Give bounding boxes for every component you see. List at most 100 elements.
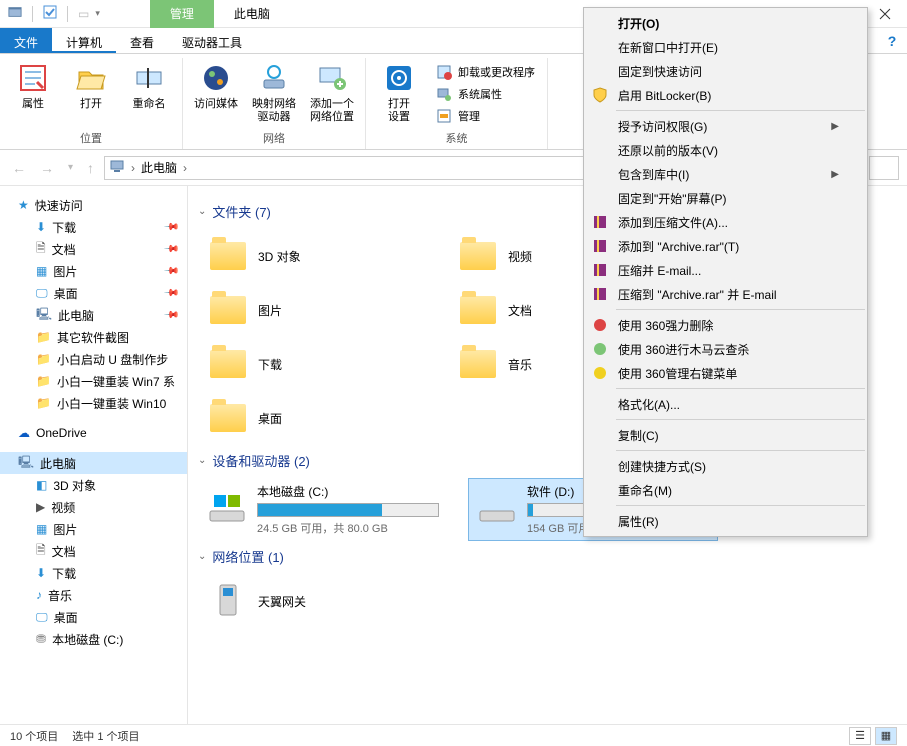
up-button[interactable]: ↑: [83, 158, 98, 178]
back-button[interactable]: ←: [8, 158, 30, 178]
forward-button[interactable]: →: [36, 158, 58, 178]
folder-3d-objects[interactable]: 3D 对象: [198, 229, 448, 283]
folder-icon: 📁: [36, 396, 51, 410]
open-button[interactable]: 打开: [66, 58, 116, 130]
ctx-grant-access[interactable]: 授予访问权限(G)▶: [584, 114, 867, 138]
uninstall-label: 卸载或更改程序: [458, 64, 535, 80]
pc-icon: [109, 158, 125, 177]
tab-file[interactable]: 文件: [0, 28, 52, 53]
nav-desktop[interactable]: 🖵桌面📌: [0, 282, 187, 304]
ctx-shortcut[interactable]: 创建快捷方式(S): [584, 454, 867, 478]
manage-button[interactable]: 管理: [432, 107, 539, 125]
chevron-right-icon: ▶: [831, 169, 839, 180]
nav-documents[interactable]: 🗎文档📌: [0, 238, 187, 260]
close-icon[interactable]: [862, 0, 907, 28]
status-selected: 选中 1 个项目: [72, 728, 139, 744]
nav-this-pc-pinned[interactable]: 🖳此电脑📌: [0, 304, 187, 326]
ctx-add-archive[interactable]: 添加到压缩文件(A)...: [584, 210, 867, 234]
nav-documents2[interactable]: 🗎文档: [0, 540, 187, 562]
tab-manage-context[interactable]: 管理: [150, 0, 214, 28]
qat-checkbox-icon[interactable]: [43, 5, 57, 22]
nav-this-pc[interactable]: 🖳此电脑: [0, 452, 187, 474]
qat-dropdown-icon[interactable]: ▾: [95, 8, 100, 19]
nav-music[interactable]: ♪音乐: [0, 584, 187, 606]
group-header-netloc[interactable]: ⌄网络位置 (1): [198, 547, 897, 566]
video-icon: ▶: [36, 500, 45, 514]
ctx-format[interactable]: 格式化(A)...: [584, 392, 867, 416]
pin-icon: 📌: [162, 263, 179, 280]
ctx-rename[interactable]: 重命名(M): [584, 478, 867, 502]
nav-onedrive[interactable]: ☁OneDrive: [0, 422, 187, 444]
qat-new-folder-icon[interactable]: ▭: [78, 7, 89, 21]
nav-videos[interactable]: ▶视频: [0, 496, 187, 518]
tiles-view-button[interactable]: ▦: [875, 727, 897, 745]
drive-c[interactable]: 本地磁盘 (C:) 24.5 GB 可用，共 80.0 GB: [198, 478, 448, 541]
ctx-360-manage[interactable]: 使用 360管理右键菜单: [584, 361, 867, 385]
nav-downloads2[interactable]: ⬇下载: [0, 562, 187, 584]
nav-pictures2[interactable]: ▦图片: [0, 518, 187, 540]
nav-desktop2[interactable]: 🖵桌面: [0, 606, 187, 628]
ctx-add-to-rar[interactable]: 添加到 "Archive.rar"(T): [584, 234, 867, 258]
ctx-pin-start[interactable]: 固定到"开始"屏幕(P): [584, 186, 867, 210]
open-settings-button[interactable]: 打开 设置: [374, 58, 424, 130]
nav-usb-boot[interactable]: 📁小白启动 U 盘制作步: [0, 348, 187, 370]
rename-label: 重命名: [133, 98, 166, 111]
ctx-restore[interactable]: 还原以前的版本(V): [584, 138, 867, 162]
ctx-include-lib[interactable]: 包含到库中(I)▶: [584, 162, 867, 186]
help-icon[interactable]: ?: [877, 28, 907, 53]
pin-icon: 📌: [162, 219, 179, 236]
nav-pictures[interactable]: ▦图片📌: [0, 260, 187, 282]
add-netloc-label: 添加一个 网络位置: [310, 98, 354, 124]
folder-downloads[interactable]: 下载: [198, 337, 448, 391]
nav-quick-access[interactable]: ★快速访问: [0, 194, 187, 216]
nav-downloads[interactable]: ⬇下载📌: [0, 216, 187, 238]
nav-win7[interactable]: 📁小白一键重装 Win7 系: [0, 370, 187, 392]
nav-other-screenshots[interactable]: 📁其它软件截图: [0, 326, 187, 348]
status-bar: 10 个项目 选中 1 个项目 ☰ ▦: [0, 724, 907, 746]
add-netloc-button[interactable]: 添加一个 网络位置: [307, 58, 357, 130]
picture-icon: ▦: [36, 264, 47, 278]
group-network: 网络: [191, 130, 357, 149]
archive-icon: [592, 286, 608, 302]
drive-c-name: 本地磁盘 (C:): [257, 483, 439, 500]
nav-local-c[interactable]: ⛃本地磁盘 (C:): [0, 628, 187, 650]
ctx-new-window[interactable]: 在新窗口中打开(E): [584, 35, 867, 59]
nav-win10[interactable]: 📁小白一键重装 Win10: [0, 392, 187, 414]
ctx-360-force-delete[interactable]: 使用 360强力删除: [584, 313, 867, 337]
chevron-right-icon[interactable]: ›: [131, 161, 135, 175]
ctx-pin-quick[interactable]: 固定到快速访问: [584, 59, 867, 83]
access-media-button[interactable]: 访问媒体: [191, 58, 241, 130]
360-delete-icon: [592, 317, 608, 333]
map-drive-label: 映射网络 驱动器: [252, 98, 296, 124]
ctx-compress-email[interactable]: 压缩并 E-mail...: [584, 258, 867, 282]
map-drive-button[interactable]: 映射网络 驱动器: [249, 58, 299, 130]
pin-icon: 📌: [162, 285, 179, 302]
chevron-down-icon: ⌄: [198, 455, 206, 466]
ctx-360-scan[interactable]: 使用 360进行木马云查杀: [584, 337, 867, 361]
search-input[interactable]: [869, 156, 899, 180]
folder-icon: 📁: [36, 374, 51, 388]
folder-pictures[interactable]: 图片: [198, 283, 448, 337]
tab-drive-tools[interactable]: 驱动器工具: [168, 28, 256, 53]
uninstall-button[interactable]: 卸载或更改程序: [432, 63, 539, 81]
rename-button[interactable]: 重命名: [124, 58, 174, 130]
chevron-right-icon[interactable]: ›: [183, 161, 187, 175]
navigation-pane[interactable]: ★快速访问 ⬇下载📌 🗎文档📌 ▦图片📌 🖵桌面📌 🖳此电脑📌 📁其它软件截图 …: [0, 186, 188, 724]
details-view-button[interactable]: ☰: [849, 727, 871, 745]
ctx-compress-rar-email[interactable]: 压缩到 "Archive.rar" 并 E-mail: [584, 282, 867, 306]
breadcrumb-this-pc[interactable]: 此电脑: [141, 159, 177, 176]
quick-access-toolbar: ▭ ▾: [0, 5, 100, 22]
sys-props-button[interactable]: 系统属性: [432, 85, 539, 103]
tab-view[interactable]: 查看: [116, 28, 168, 53]
nav-3d[interactable]: ◧3D 对象: [0, 474, 187, 496]
ctx-properties[interactable]: 属性(R): [584, 509, 867, 533]
folder-desktop[interactable]: 桌面: [198, 391, 448, 445]
tab-computer[interactable]: 计算机: [52, 28, 116, 53]
ctx-open[interactable]: 打开(O): [584, 11, 867, 35]
ctx-copy[interactable]: 复制(C): [584, 423, 867, 447]
recent-dropdown-icon[interactable]: ▾: [64, 160, 77, 175]
netloc-gateway[interactable]: 天翼网关: [198, 574, 448, 628]
ctx-bitlocker[interactable]: 启用 BitLocker(B): [584, 83, 867, 107]
document-icon: 🗎: [36, 541, 46, 562]
properties-button[interactable]: 属性: [8, 58, 58, 130]
